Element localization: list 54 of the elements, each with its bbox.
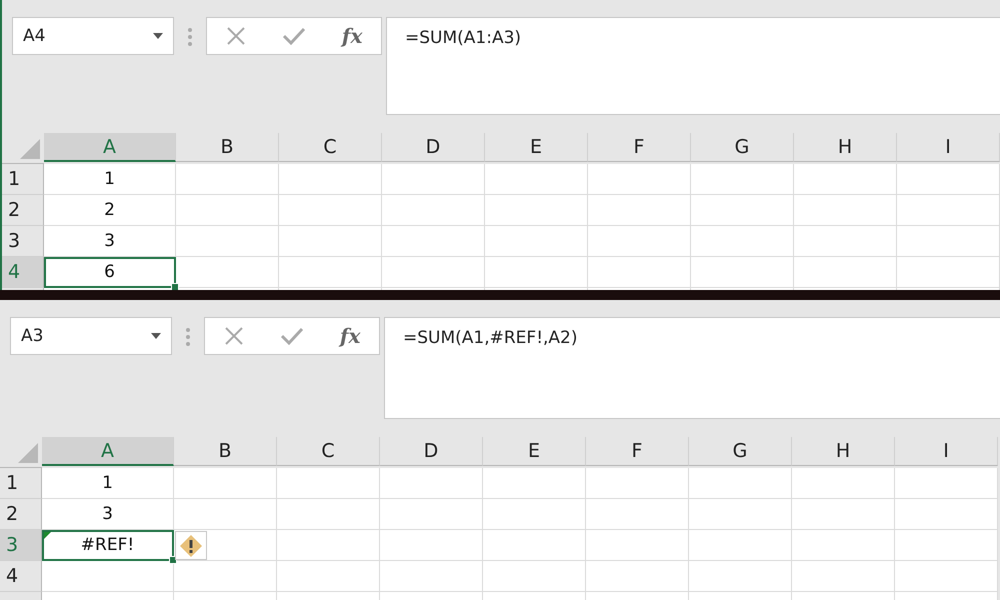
column-header[interactable]: C bbox=[279, 133, 382, 162]
column-header[interactable]: A bbox=[42, 437, 174, 466]
column-header[interactable]: A bbox=[44, 133, 176, 162]
row-header[interactable]: 3 bbox=[2, 226, 44, 257]
row-header[interactable]: 4 bbox=[0, 561, 42, 592]
formula-bar[interactable]: =SUM(A1,#REF!,A2) bbox=[384, 317, 1000, 419]
column-header[interactable]: G bbox=[691, 133, 794, 162]
formula-text: =SUM(A1,#REF!,A2) bbox=[403, 328, 578, 348]
column-header[interactable]: H bbox=[792, 437, 895, 466]
row-header[interactable]: 4 bbox=[2, 257, 44, 288]
grip-icon bbox=[188, 28, 192, 46]
formula-text: =SUM(A1:A3) bbox=[405, 28, 522, 48]
select-all-icon[interactable] bbox=[20, 139, 40, 159]
table-cell: 6 bbox=[44, 257, 176, 288]
column-header[interactable]: E bbox=[483, 437, 586, 466]
cell-reference: A4 bbox=[23, 26, 46, 46]
name-box[interactable]: A3 bbox=[10, 317, 172, 355]
insert-function-button[interactable]: fx bbox=[342, 24, 362, 48]
table-cell: 1 bbox=[44, 164, 176, 195]
column-header[interactable]: D bbox=[382, 133, 485, 162]
column-header[interactable]: I bbox=[897, 133, 1000, 162]
fill-handle[interactable] bbox=[171, 283, 179, 290]
formula-bar[interactable]: =SUM(A1:A3) bbox=[386, 17, 1000, 115]
row-header[interactable]: 1 bbox=[2, 164, 44, 195]
check-icon[interactable] bbox=[280, 327, 303, 345]
cell-reference: A3 bbox=[21, 326, 44, 346]
grip-icon bbox=[186, 328, 190, 346]
column-header[interactable]: F bbox=[586, 437, 689, 466]
column-header[interactable]: C bbox=[277, 437, 380, 466]
column-header[interactable]: D bbox=[380, 437, 483, 466]
insert-function-button[interactable]: fx bbox=[340, 324, 360, 348]
dropdown-caret-icon[interactable] bbox=[153, 33, 163, 39]
column-header[interactable]: F bbox=[588, 133, 691, 162]
column-header[interactable]: B bbox=[176, 133, 279, 162]
select-all-icon[interactable] bbox=[18, 443, 38, 463]
cancel-icon[interactable] bbox=[224, 326, 244, 346]
column-header[interactable]: G bbox=[689, 437, 792, 466]
column-header[interactable]: H bbox=[794, 133, 897, 162]
cancel-icon[interactable] bbox=[226, 26, 246, 46]
table-cell: 1 bbox=[42, 468, 174, 499]
row-header[interactable]: 1 bbox=[0, 468, 42, 499]
check-icon[interactable] bbox=[282, 27, 305, 45]
row-header[interactable]: 2 bbox=[0, 499, 42, 530]
table-cell: 2 bbox=[44, 195, 176, 226]
column-header[interactable]: B bbox=[174, 437, 277, 466]
error-warning-button[interactable] bbox=[175, 531, 207, 560]
dropdown-caret-icon[interactable] bbox=[151, 333, 161, 339]
column-header[interactable]: E bbox=[485, 133, 588, 162]
table-cell: 3 bbox=[44, 226, 176, 257]
name-box[interactable]: A4 bbox=[12, 17, 174, 55]
table-cell: 3 bbox=[42, 499, 174, 530]
column-header[interactable]: I bbox=[895, 437, 998, 466]
row-header[interactable]: 2 bbox=[2, 195, 44, 226]
row-header[interactable]: 3 bbox=[0, 530, 42, 561]
